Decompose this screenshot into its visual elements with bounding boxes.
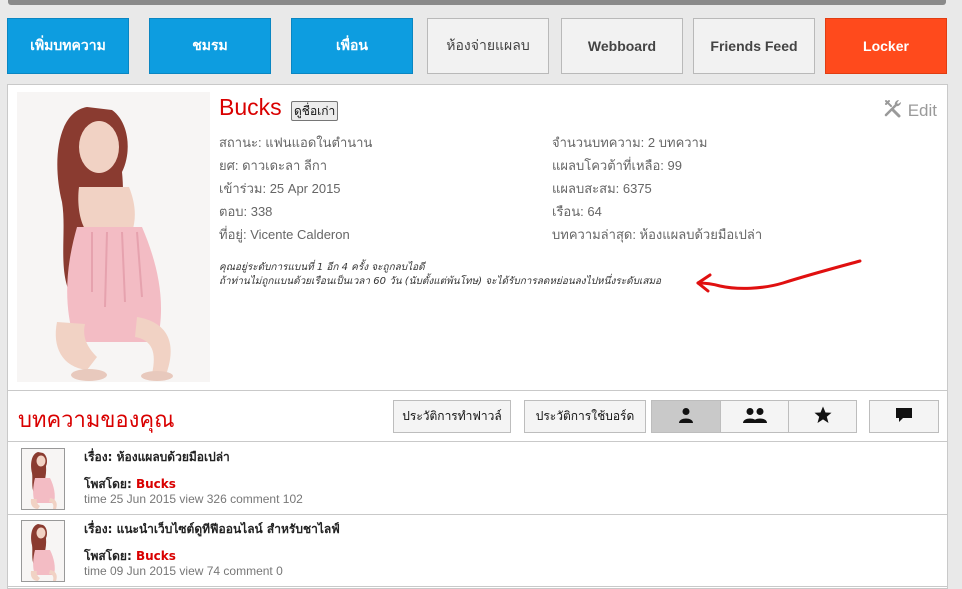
- articles-section-title: บทความของคุณ: [18, 407, 175, 432]
- ban-note-line-2: ถ้าท่านไม่ถูกแบนด้วยเรือนเป็นเวลา 60 วัน…: [219, 276, 662, 287]
- profile-username: Bucks: [219, 94, 282, 120]
- nav-webboard-button[interactable]: Webboard: [561, 18, 683, 74]
- tools-icon: [883, 98, 903, 123]
- article-meta: time 09 Jun 2015 view 74 comment 0: [84, 564, 283, 578]
- chat-button[interactable]: [869, 400, 939, 433]
- section-divider: [8, 390, 947, 391]
- list-divider: [8, 586, 947, 587]
- profile-points: แผลบสะสม: 6375: [552, 181, 652, 196]
- annotation-arrow: [696, 259, 862, 293]
- old-name-button[interactable]: ดูชื่อเก่า: [291, 101, 339, 121]
- profile-status: สถานะ: แฟนแอดในตำนาน: [219, 135, 373, 150]
- article-by-label: โพสโดย:: [84, 549, 132, 563]
- nav-friends-feed-button[interactable]: Friends Feed: [693, 18, 815, 74]
- edit-button[interactable]: Edit: [883, 98, 937, 123]
- article-author-link[interactable]: Bucks: [136, 477, 176, 491]
- profile-photo: [17, 92, 210, 382]
- profile-quota-left: แผลบโควต้าที่เหลือ: 99: [552, 158, 682, 173]
- article-thumbnail: [21, 448, 65, 510]
- nav-add-article-button[interactable]: เพิ่มบทความ: [7, 18, 129, 74]
- article-subject[interactable]: เรื่อง: แนะนำเว็บไซต์ดูทีฟีออนไลน์ สำหรั…: [84, 520, 340, 539]
- foul-history-button[interactable]: ประวัติการทำฟาวล์: [393, 400, 511, 433]
- nav-payment-room-button[interactable]: ห้องจ่ายแผลบ: [427, 18, 549, 74]
- nav-club-button[interactable]: ชมรม: [149, 18, 271, 74]
- profile-joined: เข้าร่วม: 25 Apr 2015: [219, 181, 341, 196]
- article-list-item[interactable]: เรื่อง: แนะนำเว็บไซต์ดูทีฟีออนไลน์ สำหรั…: [8, 515, 947, 585]
- ban-note-line-1: คุณอยู่ระดับการแบนที่ 1 อีก 4 ครั้ง จะถู…: [219, 262, 425, 273]
- chat-icon: [895, 407, 913, 427]
- profile-panel: Bucks ดูชื่อเก่า Edit สถานะ: แฟนแอดในตำน…: [7, 84, 948, 589]
- profile-replies: ตอบ: 338: [219, 204, 273, 219]
- ban-level-note: คุณอยู่ระดับการแบนที่ 1 อีก 4 ครั้ง จะถู…: [219, 261, 661, 289]
- profile-info-left: สถานะ: แฟนแอดในตำนาน ยศ: ดาวเดะลา ลีกา เ…: [219, 133, 372, 248]
- nav-friends-button[interactable]: เพื่อน: [291, 18, 413, 74]
- profile-info-right: จำนวนบทความ: 2 บทความ แผลบโควต้าที่เหลือ…: [552, 133, 762, 248]
- star-icon: [814, 406, 832, 428]
- profile-house: เรือน: 64: [552, 204, 602, 219]
- profile-rank: ยศ: ดาวเดะลา ลีกา: [219, 158, 328, 173]
- profile-location: ที่อยู่: Vicente Calderon: [219, 227, 350, 242]
- user-icon: [678, 407, 694, 427]
- nav-locker-button[interactable]: Locker: [825, 18, 947, 74]
- article-list-item[interactable]: เรื่อง: ห้องแผลบด้วยมือเปล่า โพสโดย: Buc…: [8, 443, 947, 513]
- board-history-button[interactable]: ประวัติการใช้บอร์ด: [524, 400, 646, 433]
- list-divider: [8, 441, 947, 442]
- filter-star-button[interactable]: [788, 401, 856, 432]
- article-subject[interactable]: เรื่อง: ห้องแผลบด้วยมือเปล่า: [84, 448, 230, 467]
- filter-user-button[interactable]: [652, 401, 720, 432]
- article-meta: time 25 Jun 2015 view 326 comment 102: [84, 492, 303, 506]
- profile-latest-article: บทความล่าสุด: ห้องแผลบด้วยมือเปล่า: [552, 227, 763, 242]
- top-bar-line: [8, 0, 946, 5]
- filter-group-button[interactable]: [720, 401, 788, 432]
- edit-label: Edit: [907, 100, 937, 120]
- article-thumbnail: [21, 520, 65, 582]
- article-author-link[interactable]: Bucks: [136, 549, 176, 563]
- article-by-label: โพสโดย:: [84, 477, 132, 491]
- group-icon: [741, 407, 769, 427]
- profile-article-count: จำนวนบทความ: 2 บทความ: [552, 135, 708, 150]
- view-filter-group: [651, 400, 857, 433]
- main-nav: เพิ่มบทความ ชมรม เพื่อน ห้องจ่ายแผลบ Web…: [7, 18, 947, 75]
